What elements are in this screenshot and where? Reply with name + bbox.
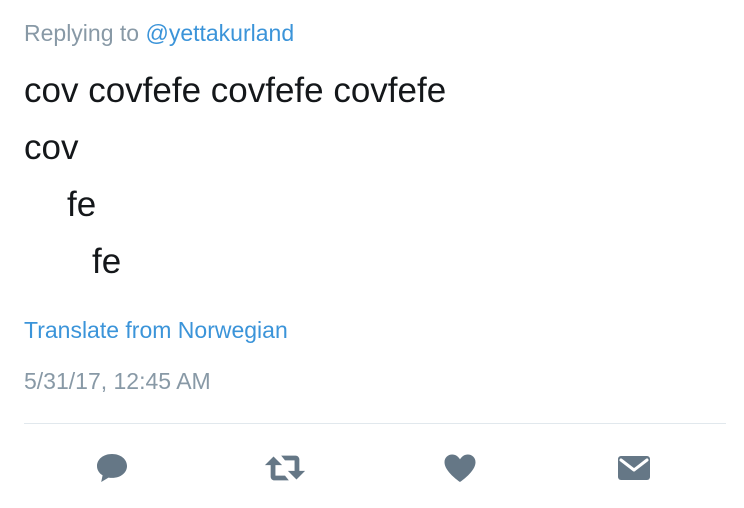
like-button[interactable]	[438, 446, 482, 490]
tweet-text-line: cov	[24, 128, 79, 167]
translate-link[interactable]: Translate from Norwegian	[24, 317, 288, 344]
tweet-text-line: cov covfefe covfefe covfefe	[24, 71, 447, 110]
reply-to-handle-link[interactable]: @yettakurland	[145, 20, 294, 46]
envelope-icon	[618, 456, 650, 480]
divider	[24, 423, 726, 424]
reply-context: Replying to @yettakurland	[24, 20, 294, 47]
tweet-actions	[0, 446, 744, 490]
reply-button[interactable]	[90, 446, 134, 490]
retweet-icon	[264, 455, 306, 481]
reply-icon	[97, 454, 127, 482]
tweet-text-line: fe	[67, 185, 97, 224]
tweet-text: cov covfefe covfefe covfefe cov fe fe	[24, 62, 446, 290]
direct-message-button[interactable]	[612, 446, 656, 490]
tweet-card: Replying to @yettakurland cov covfefe co…	[0, 0, 744, 508]
heart-icon	[444, 454, 476, 482]
tweet-timestamp[interactable]: 5/31/17, 12:45 AM	[24, 368, 211, 395]
tweet-text-line: fe	[92, 242, 122, 281]
reply-context-prefix: Replying to	[24, 20, 140, 46]
retweet-button[interactable]	[263, 446, 307, 490]
